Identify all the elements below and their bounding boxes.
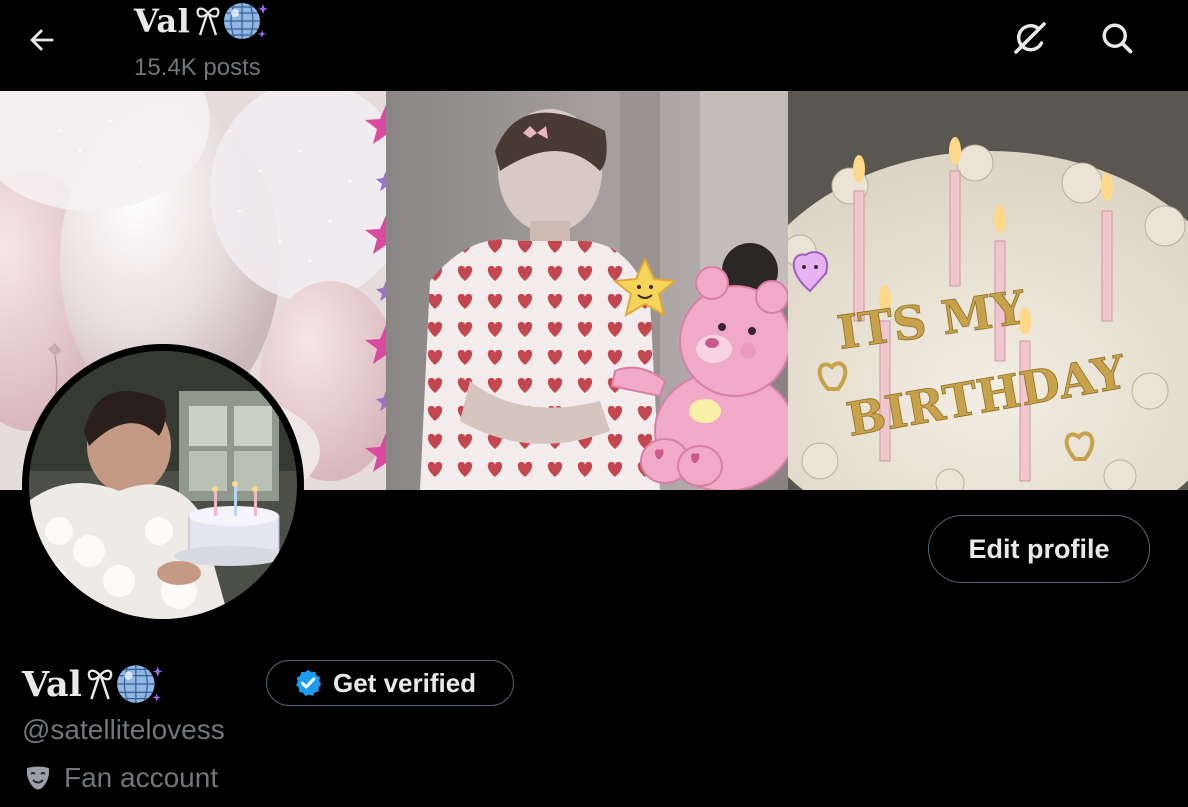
top-bar: Val 15.4K posts: [0, 0, 1188, 91]
profile-handle: @satellitelovess: [22, 714, 225, 745]
profile-category: Fan account: [24, 762, 218, 794]
back-arrow-icon: [30, 29, 54, 51]
verified-badge-icon: [293, 668, 323, 698]
display-name-text: Val: [22, 663, 82, 705]
grok-icon: [1014, 22, 1046, 54]
avatar-image: [29, 351, 297, 619]
get-verified-button[interactable]: Get verified: [266, 660, 514, 706]
banner-portrait-image: [386, 91, 788, 490]
header-title: Val: [134, 0, 270, 42]
search-button[interactable]: [1095, 16, 1139, 60]
profile-avatar[interactable]: [22, 344, 304, 626]
header-name: Val: [134, 2, 191, 40]
grok-button[interactable]: [1008, 16, 1052, 60]
get-verified-label: Get verified: [333, 667, 477, 698]
theater-mask-icon: [24, 764, 52, 792]
search-icon: [1102, 23, 1133, 54]
disco-ball-icon: [224, 3, 269, 39]
edit-profile-button[interactable]: Edit profile: [928, 515, 1150, 583]
profile-display-name: Val: [22, 656, 165, 712]
ribbon-icon: [196, 7, 220, 36]
banner-cake-image: ITS MY BIRTHDAY: [788, 91, 1188, 490]
category-label: Fan account: [64, 762, 219, 793]
disco-ball-icon: [117, 665, 163, 703]
ribbon-icon: [87, 669, 113, 700]
header-posts-count: 15.4K posts: [134, 54, 261, 81]
header-name-emoji: [194, 0, 270, 42]
back-button[interactable]: [22, 20, 62, 60]
